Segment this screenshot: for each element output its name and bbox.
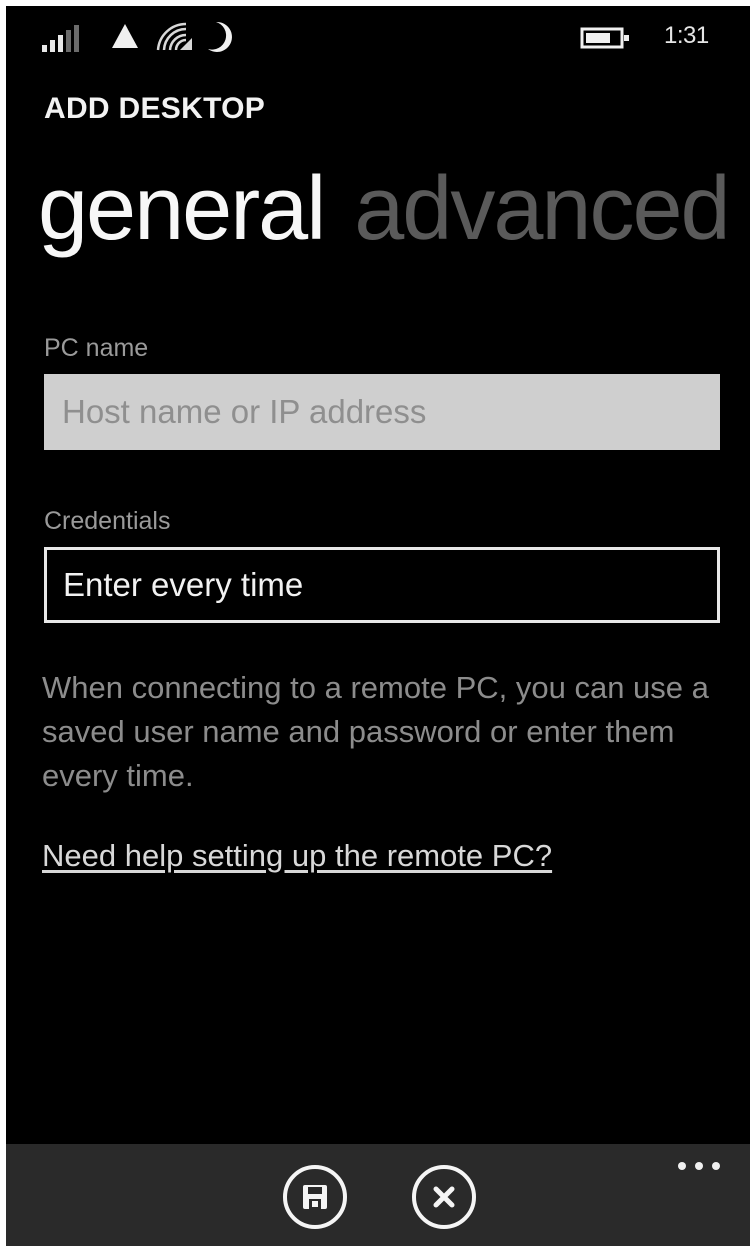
app-bar [6,1144,750,1246]
credentials-help-text: When connecting to a remote PC, you can … [42,670,709,793]
more-icon[interactable] [676,1160,724,1174]
cancel-icon [433,1186,455,1208]
save-button[interactable] [283,1165,347,1229]
wifi-icon [156,22,192,51]
clock: 1:31 [664,22,709,49]
app-title: ADD DESKTOP [44,92,266,125]
credentials-selected-value: Enter every time [63,566,304,603]
network-triangle-icon [112,24,138,48]
phone-screen: 1:31 ADD DESKTOP general advanced PC name… [6,6,750,1246]
quiet-hours-moon-icon [208,21,232,52]
pivot-header: general advanced [38,144,731,274]
remote-pc-help-link[interactable]: Need help setting up the remote PC? [42,838,552,874]
credentials-label: Credentials [44,507,171,535]
tab-advanced[interactable]: advanced [354,144,730,274]
save-icon [303,1185,327,1209]
battery-icon [580,27,629,49]
status-bar: 1:31 [6,6,750,66]
credentials-select[interactable]: Enter every time [44,547,720,623]
pc-name-input[interactable] [44,374,720,450]
cancel-button[interactable] [412,1165,476,1229]
tab-general[interactable]: general [38,144,326,274]
signal-icon [42,22,88,52]
pc-name-label: PC name [44,334,149,362]
